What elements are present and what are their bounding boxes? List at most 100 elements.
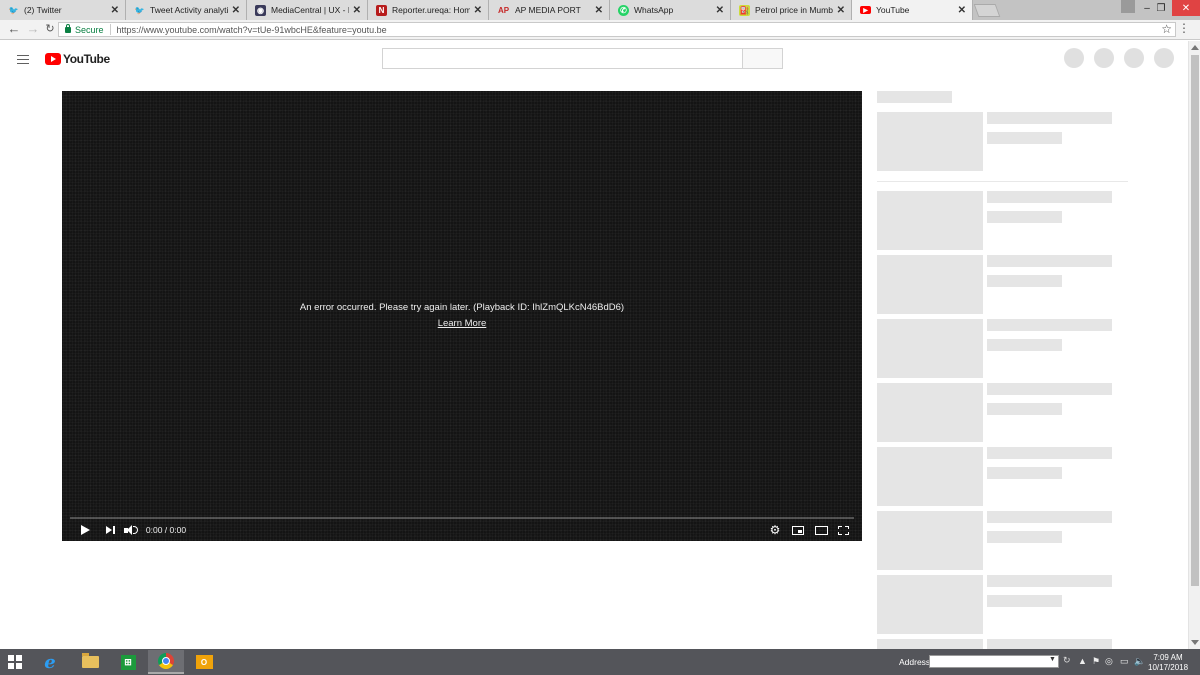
network-icon[interactable]: ◎: [1105, 656, 1113, 667]
chrome-icon: [158, 653, 174, 669]
progress-bar[interactable]: [70, 517, 854, 519]
fullscreen-button[interactable]: [836, 524, 850, 536]
lock-icon: [65, 23, 71, 33]
twitter-icon: 🐦: [134, 5, 145, 15]
youtube-header: YouTube: [0, 41, 1188, 77]
close-icon[interactable]: ✕: [232, 5, 240, 16]
new-tab-button[interactable]: [973, 4, 1001, 17]
mediacentral-icon: ◉: [255, 4, 266, 16]
reload-icon[interactable]: ↻: [43, 22, 57, 36]
skeleton-thumbnail: [877, 255, 983, 314]
chevron-down-icon[interactable]: ▼: [1049, 656, 1056, 663]
bookmark-star-icon[interactable]: ☆: [1161, 22, 1172, 36]
tab-title: (2) Twitter: [24, 5, 62, 15]
speaker-icon[interactable]: 🔈: [1134, 656, 1145, 667]
next-button[interactable]: [103, 524, 117, 536]
skeleton-title: [987, 447, 1112, 459]
flag-icon[interactable]: ⚑: [1092, 656, 1100, 667]
petrol-icon: ⛽: [739, 4, 750, 16]
play-button[interactable]: [78, 524, 92, 536]
tab-twitter[interactable]: 🐦 (2) Twitter ✕: [0, 0, 126, 20]
ap-icon: AP: [497, 5, 510, 15]
divider: [877, 181, 1128, 182]
close-icon[interactable]: ✕: [958, 5, 966, 16]
tab-title: AP MEDIA PORT: [515, 5, 581, 15]
tab-mediacentral[interactable]: ◉ MediaCentral | UX - Rund ✕: [247, 0, 368, 20]
tab-tweet-activity[interactable]: 🐦 Tweet Activity analytics f ✕: [126, 0, 247, 20]
outlook-icon: O: [195, 655, 213, 669]
tab-title: Tweet Activity analytics f: [150, 5, 228, 15]
secure-indicator[interactable]: Secure: [59, 23, 111, 35]
learn-more-link[interactable]: Learn More: [62, 318, 862, 329]
video-player[interactable]: An error occurred. Please try again late…: [62, 91, 862, 541]
windows-start-icon[interactable]: [8, 655, 22, 669]
taskbar-address-label: Address: [899, 657, 931, 667]
hamburger-menu-icon[interactable]: [17, 55, 29, 64]
taskbar-file-explorer[interactable]: [72, 650, 108, 674]
youtube-logo[interactable]: YouTube: [45, 52, 110, 66]
scrollbar-thumb[interactable]: [1191, 55, 1199, 586]
tab-title: YouTube: [876, 5, 910, 15]
taskbar-outlook[interactable]: O: [186, 650, 222, 674]
tray-expand-icon[interactable]: ▲: [1078, 656, 1087, 666]
taskbar-store[interactable]: ⊞: [110, 650, 146, 674]
next-icon: [105, 526, 115, 534]
youtube-icon: ▶: [860, 6, 871, 14]
close-window-icon[interactable]: ✕: [1172, 0, 1200, 16]
close-icon[interactable]: ✕: [111, 5, 119, 16]
header-placeholder-icon[interactable]: [1154, 48, 1174, 68]
youtube-wordmark: YouTube: [63, 52, 110, 66]
scroll-up-arrow-icon[interactable]: [1191, 45, 1199, 50]
skeleton-meta: [987, 275, 1062, 287]
tab-petrol-price[interactable]: ⛽ Petrol price in Mumbai | ✕: [731, 0, 852, 20]
header-placeholder-icon[interactable]: [1094, 48, 1114, 68]
skeleton-heading: [877, 91, 952, 103]
system-clock[interactable]: 7:09 AM 10/17/2018: [1148, 653, 1188, 673]
tab-title: Reporter.ureqa: Home: [392, 5, 470, 15]
skeleton-thumbnail: [877, 383, 983, 442]
url-text[interactable]: https://www.youtube.com/watch?v=tUe-91wb…: [111, 25, 387, 35]
settings-button[interactable]: ⚙: [768, 524, 782, 536]
close-icon[interactable]: ✕: [716, 5, 724, 16]
skeleton-meta: [987, 403, 1062, 415]
secure-label: Secure: [75, 24, 104, 35]
refresh-icon[interactable]: ↻: [1063, 655, 1071, 666]
fullscreen-icon: [837, 525, 849, 535]
taskbar-address-input[interactable]: [929, 655, 1059, 668]
close-icon[interactable]: ✕: [837, 5, 845, 16]
skeleton-title: [987, 575, 1112, 587]
header-placeholder-icon[interactable]: [1064, 48, 1084, 68]
back-arrow-icon[interactable]: ←: [7, 22, 21, 36]
miniplayer-button[interactable]: [790, 524, 806, 536]
skeleton-title: [987, 191, 1112, 203]
address-bar[interactable]: Secure https://www.youtube.com/watch?v=t…: [58, 22, 1176, 37]
clock-time: 7:09 AM: [1153, 653, 1183, 662]
taskbar-internet-explorer[interactable]: e: [32, 650, 68, 674]
skeleton-title: [987, 383, 1112, 395]
page-scrollbar[interactable]: [1188, 41, 1200, 649]
playback-error-message: An error occurred. Please try again late…: [299, 302, 625, 313]
tab-title: Petrol price in Mumbai |: [755, 5, 833, 15]
forward-arrow-icon[interactable]: →: [26, 22, 40, 36]
tab-youtube[interactable]: ▶ YouTube ✕: [852, 0, 973, 20]
tab-whatsapp[interactable]: ✆ WhatsApp ✕: [610, 0, 731, 20]
header-placeholder-icon[interactable]: [1124, 48, 1144, 68]
tab-reporter[interactable]: N Reporter.ureqa: Home ✕: [368, 0, 489, 20]
chrome-menu-icon[interactable]: ⋮: [1178, 21, 1190, 35]
profile-icon[interactable]: [1121, 0, 1135, 13]
theater-mode-button[interactable]: [813, 524, 829, 536]
skeleton-title: [987, 639, 1112, 649]
display-icon[interactable]: ▭: [1120, 656, 1129, 667]
restore-icon[interactable]: ❐: [1152, 0, 1170, 16]
tab-ap-media-port[interactable]: AP AP MEDIA PORT ✕: [489, 0, 610, 20]
search-button[interactable]: [742, 48, 783, 69]
scroll-down-arrow-icon[interactable]: [1191, 640, 1199, 645]
close-icon[interactable]: ✕: [474, 5, 482, 16]
taskbar-chrome[interactable]: [148, 650, 184, 674]
skeleton-thumbnail: [877, 575, 983, 634]
search-input[interactable]: [382, 48, 743, 69]
close-icon[interactable]: ✕: [595, 5, 603, 16]
clock-date: 10/17/2018: [1148, 663, 1189, 672]
close-icon[interactable]: ✕: [353, 5, 361, 16]
mute-button[interactable]: [123, 524, 139, 536]
